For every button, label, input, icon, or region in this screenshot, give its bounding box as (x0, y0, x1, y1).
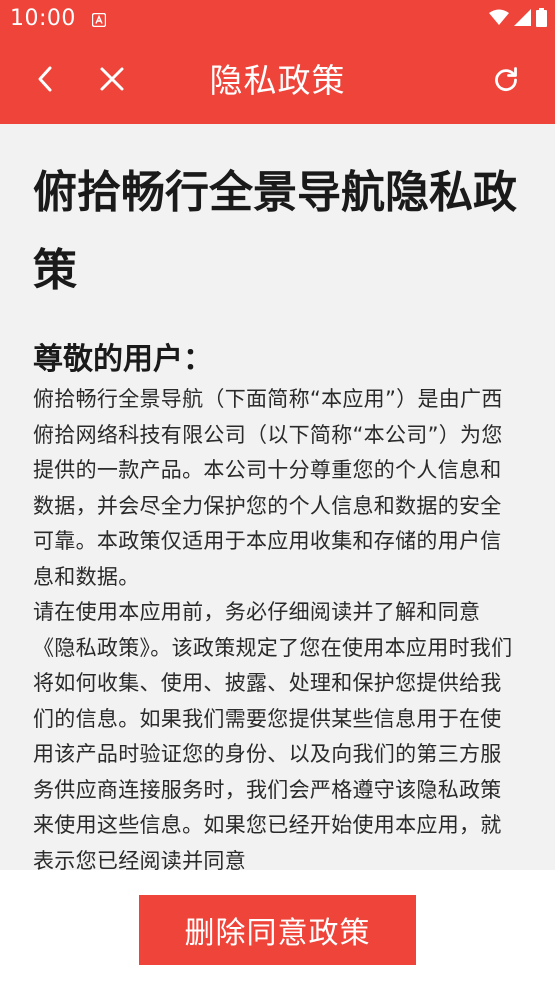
document-paragraph: 请在使用本应用前，务必仔细阅读并了解和同意《隐私政策》。该政策规定了您在使用本应… (33, 600, 513, 870)
policy-content-inner: 俯拾畅行全景导航隐私政策 尊敬的用户： 俯拾畅行全景导航（下面简称“本应用”）是… (0, 124, 555, 870)
chevron-left-icon (35, 65, 55, 97)
refresh-button[interactable] (483, 58, 529, 104)
close-icon (99, 66, 125, 96)
status-bar: 10:00 (0, 0, 555, 38)
bottom-action-area: 删除同意政策 (0, 870, 555, 988)
back-button[interactable] (22, 58, 68, 104)
close-button[interactable] (89, 58, 135, 104)
document-title: 俯拾畅行全景导航隐私政策 (33, 167, 517, 296)
policy-content[interactable]: 俯拾畅行全景导航隐私政策 尊敬的用户： 俯拾畅行全景导航（下面简称“本应用”）是… (0, 124, 555, 870)
signal-icon (514, 8, 531, 30)
status-time: 10:00 (10, 6, 76, 31)
privacy-policy-screen: 10:00 隐私政策 俯拾畅行全景导航隐私政策 尊敬的用户： 俯拾畅行全景导航（… (0, 0, 555, 988)
battery-icon (536, 7, 547, 31)
a-badge-icon (91, 12, 107, 28)
status-icons (489, 7, 547, 31)
document-paragraph: 俯拾畅行全景导航（下面简称“本应用”）是由广西俯拾网络科技有限公司（以下简称“本… (33, 387, 503, 589)
page-title: 隐私政策 (209, 61, 346, 100)
document-greeting: 尊敬的用户： (33, 342, 213, 377)
delete-consent-button[interactable]: 删除同意政策 (139, 895, 416, 965)
wifi-icon (489, 9, 509, 30)
app-bar: 隐私政策 (0, 38, 555, 124)
refresh-icon (492, 65, 520, 97)
